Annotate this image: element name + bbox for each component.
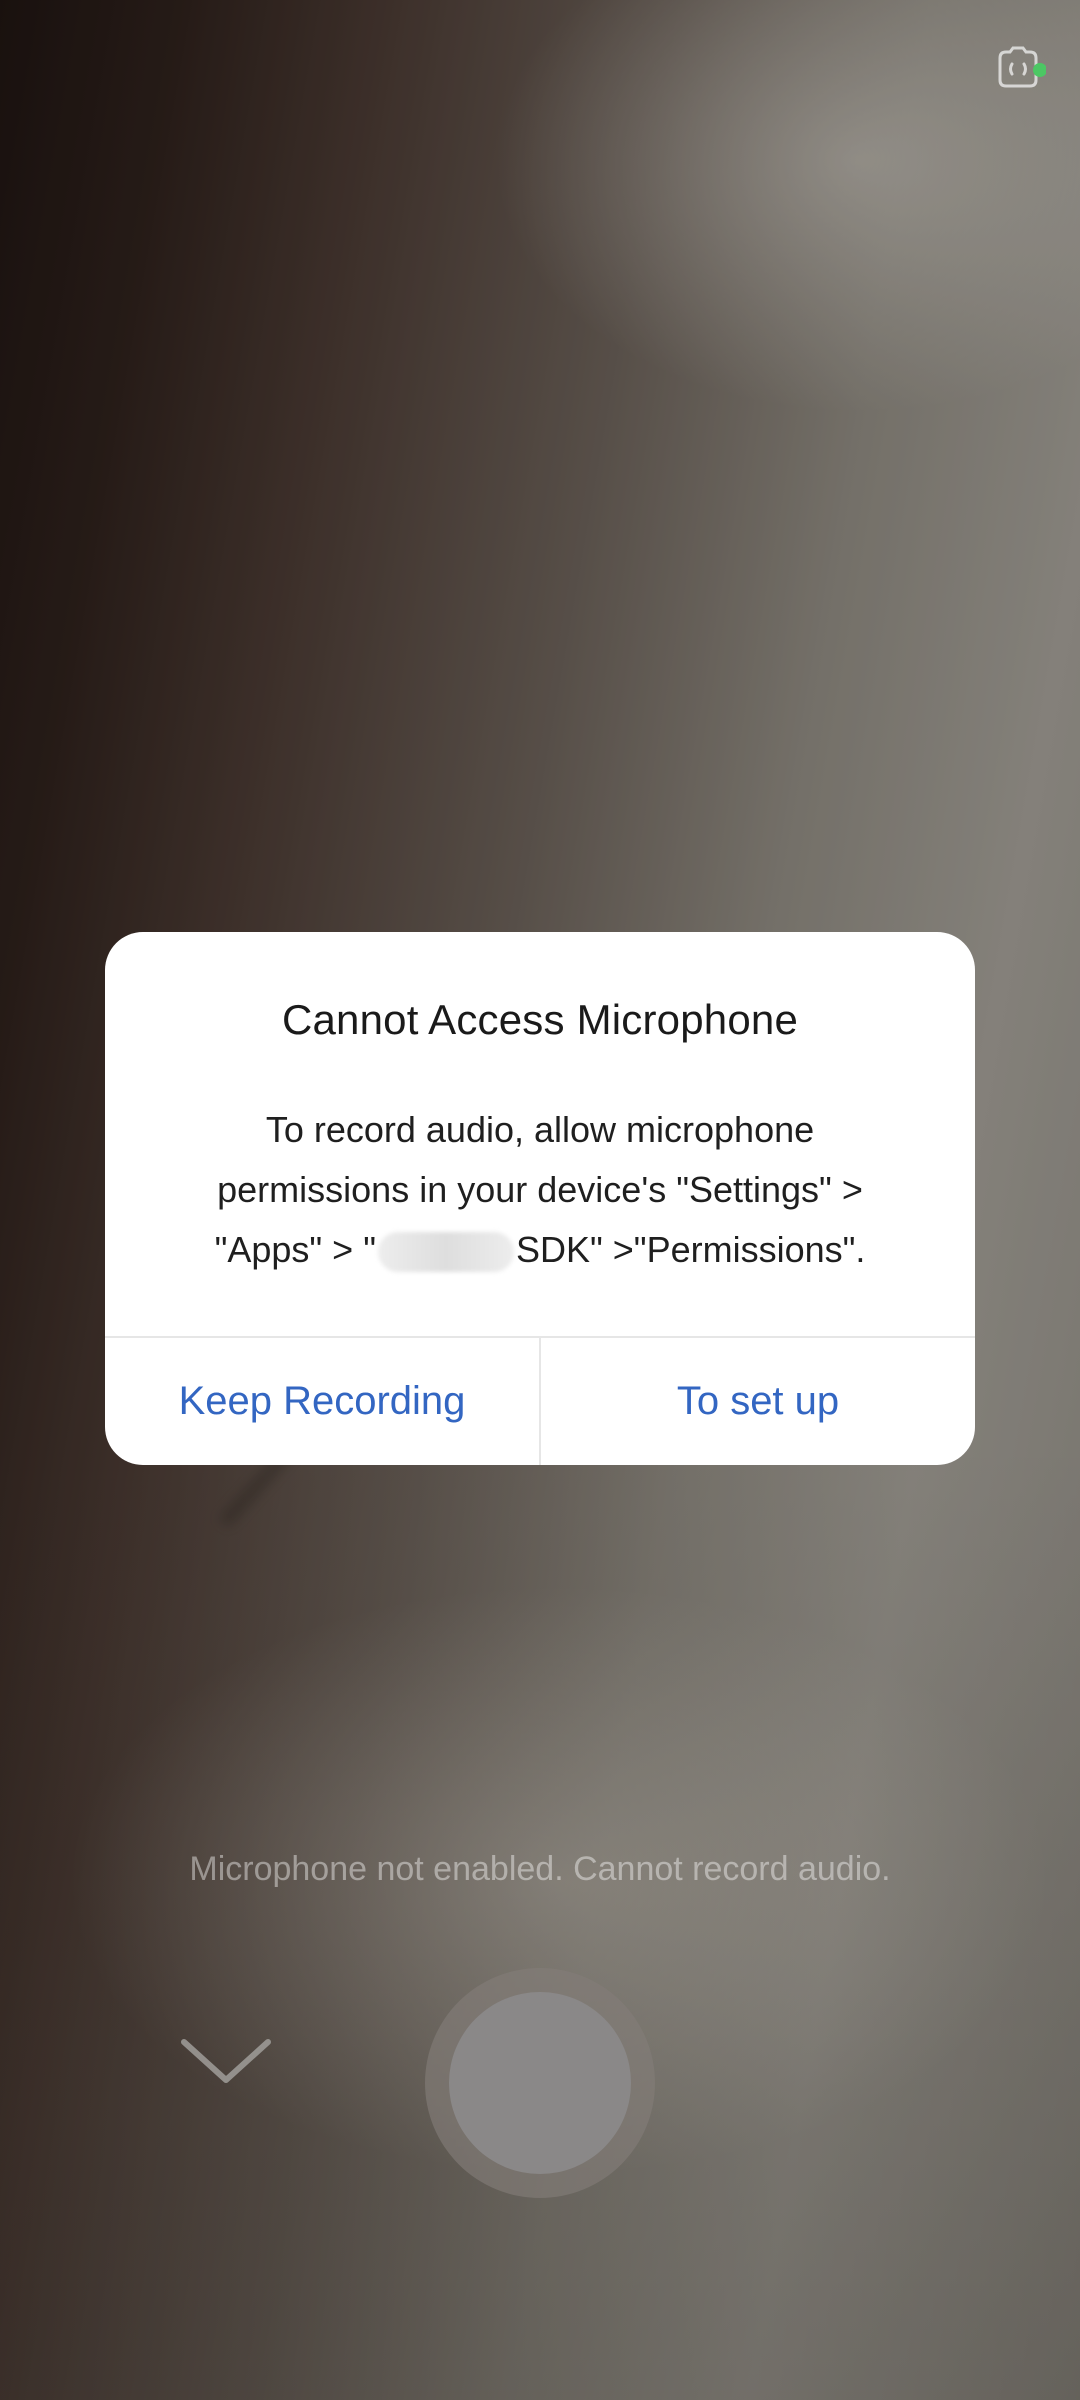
- redacted-app-name: [377, 1232, 514, 1273]
- camera-switch-icon[interactable]: [990, 40, 1046, 96]
- dialog-message-line2: permissions in your device's "Settings" …: [217, 1169, 863, 1210]
- dialog-title: Cannot Access Microphone: [281, 996, 799, 1043]
- microphone-status-text: Microphone not enabled. Cannot record au…: [189, 1850, 891, 1888]
- record-button[interactable]: [425, 1968, 655, 2198]
- microphone-permission-dialog: Cannot Access Microphone To record audio…: [105, 932, 975, 1465]
- camera-screen: Microphone not enabled. Cannot record au…: [0, 0, 1080, 2400]
- dialog-message: To record audio, allow microphone permis…: [165, 1100, 915, 1280]
- dialog-message-line3-suffix: SDK" >"Permissions".: [515, 1229, 866, 1270]
- keep-recording-button[interactable]: Keep Recording: [105, 1338, 539, 1465]
- record-button-inner: [449, 1992, 631, 2174]
- dialog-message-line1: To record audio, allow microphone: [265, 1109, 815, 1150]
- chevron-down-icon[interactable]: [176, 2030, 276, 2100]
- dialog-message-line3: "Apps" > " SDK" >"Permissions".: [165, 1220, 915, 1280]
- set-up-button[interactable]: To set up: [541, 1338, 975, 1465]
- dialog-message-line3-prefix: "Apps" > ": [214, 1229, 376, 1270]
